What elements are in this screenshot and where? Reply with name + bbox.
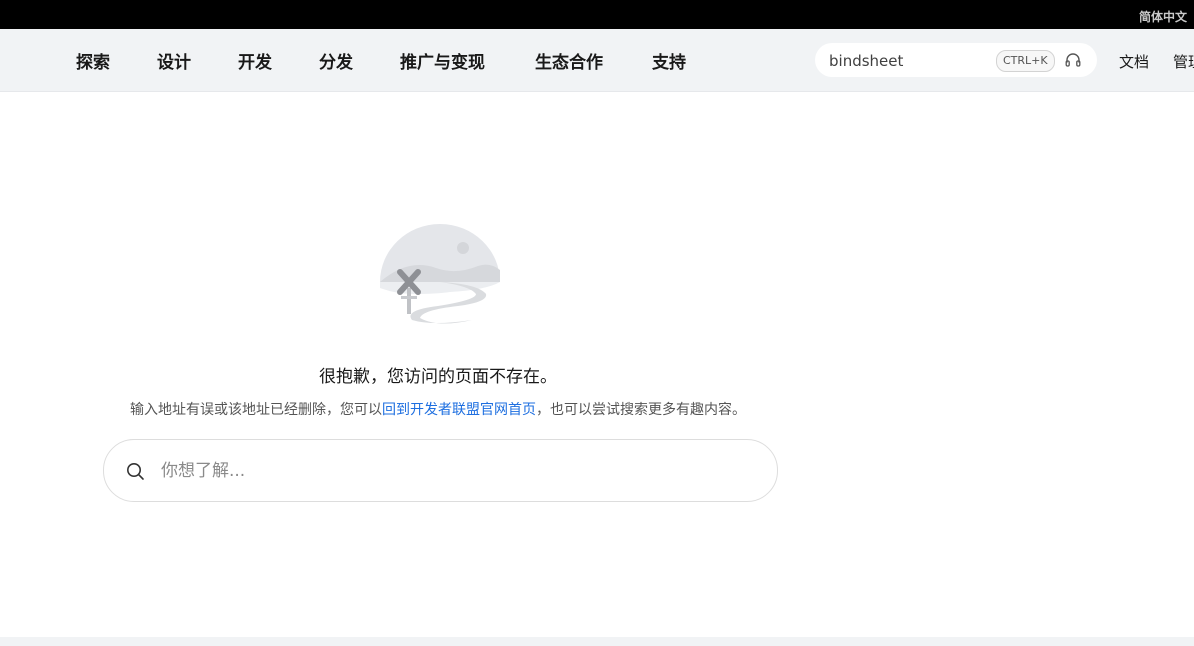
- nav-item-develop[interactable]: 开发: [238, 48, 272, 73]
- nav-link-console[interactable]: 管理中心: [1173, 51, 1194, 72]
- content-search-box[interactable]: [103, 439, 778, 502]
- nav-item-promote[interactable]: 推广与变现: [400, 48, 485, 73]
- nav-item-design[interactable]: 设计: [157, 48, 191, 73]
- home-link[interactable]: 回到开发者联盟官网首页: [382, 402, 536, 418]
- nav-item-support[interactable]: 支持: [652, 48, 686, 73]
- nav-link-docs[interactable]: 文档: [1119, 51, 1149, 72]
- error-description: 输入地址有误或该地址已经删除，您可以回到开发者联盟官网首页，也可以尝试搜索更多有…: [0, 399, 876, 419]
- nav-search-box[interactable]: bindsheet CTRL+K: [815, 43, 1097, 77]
- language-switch[interactable]: 简体中文: [1139, 8, 1187, 25]
- content-search-input[interactable]: [159, 457, 743, 485]
- shortcut-badge: CTRL+K: [996, 50, 1055, 72]
- not-found-illustration: [380, 224, 500, 324]
- error-title: 很抱歉，您访问的页面不存在。: [319, 367, 557, 387]
- nav-item-distribute[interactable]: 分发: [319, 48, 353, 73]
- top-bar: 简体中文: [0, 0, 1194, 29]
- nav-item-explore[interactable]: 探索: [76, 48, 110, 73]
- main-nav: 探索 设计 开发 分发 推广与变现 生态合作 支持 bindsheet CTRL…: [0, 29, 1194, 92]
- footer-band: [0, 637, 1194, 646]
- nav-search-value[interactable]: bindsheet: [829, 52, 903, 70]
- nav-item-ecosystem[interactable]: 生态合作: [535, 48, 603, 73]
- headset-icon[interactable]: [1064, 51, 1082, 69]
- search-icon: [127, 463, 144, 480]
- error-desc-prefix: 输入地址有误或该地址已经删除，您可以: [130, 402, 382, 418]
- error-desc-suffix: ，也可以尝试搜索更多有趣内容。: [536, 402, 746, 418]
